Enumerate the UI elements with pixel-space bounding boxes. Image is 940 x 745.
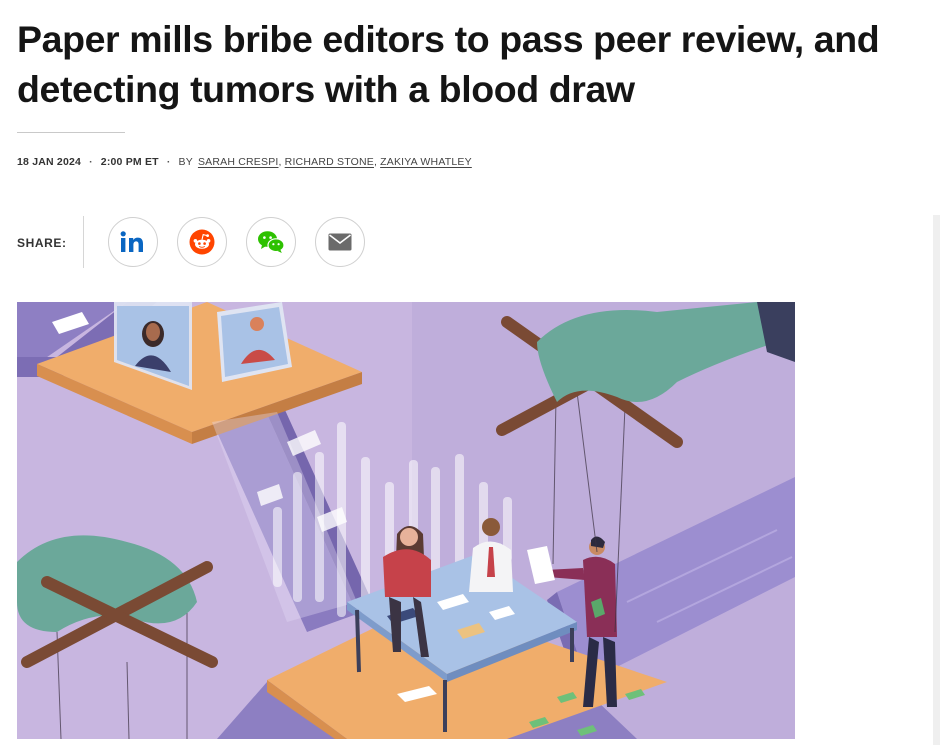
- share-linkedin-button[interactable]: [108, 217, 158, 267]
- share-wechat-button[interactable]: [246, 217, 296, 267]
- email-icon: [328, 233, 352, 251]
- publish-date: 18 JAN 2024: [17, 156, 82, 168]
- page-edge-strip: [933, 215, 940, 745]
- article-headline: Paper mills bribe editors to pass peer r…: [17, 18, 880, 110]
- author-link[interactable]: SARAH CRESPI: [198, 156, 279, 168]
- linkedin-icon: [120, 231, 143, 252]
- headline-divider: [17, 132, 125, 133]
- wechat-icon: [258, 231, 285, 253]
- publish-time: 2:00 PM ET: [100, 156, 159, 168]
- share-email-button[interactable]: [315, 217, 365, 267]
- share-divider: [83, 216, 84, 268]
- share-reddit-button[interactable]: [177, 217, 227, 267]
- article-byline: 18 JAN 2024 · 2:00 PM ET · BY SARAH CRES…: [17, 156, 472, 168]
- hero-illustration: [17, 302, 795, 739]
- share-label: SHARE:: [17, 236, 67, 250]
- author-link[interactable]: RICHARD STONE: [285, 156, 374, 168]
- reddit-icon: [189, 229, 215, 255]
- byline-separator: ·: [89, 156, 93, 168]
- byline-prefix: BY: [178, 156, 193, 168]
- author-link[interactable]: ZAKIYA WHATLEY: [380, 156, 472, 168]
- byline-separator: ·: [166, 156, 171, 168]
